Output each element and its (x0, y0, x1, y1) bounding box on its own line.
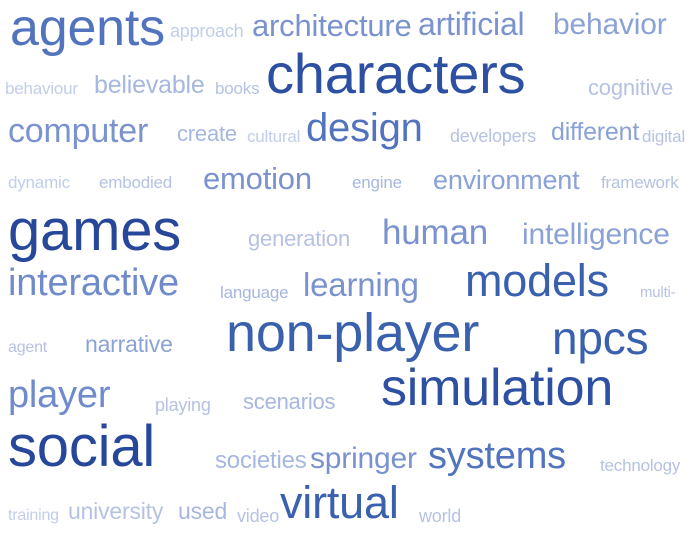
cloud-word: systems (428, 435, 566, 477)
cloud-word: learning (303, 266, 419, 303)
cloud-word: models (465, 255, 609, 306)
cloud-word: games (8, 198, 182, 263)
cloud-word: architecture (252, 8, 412, 43)
cloud-word: developers (450, 126, 537, 146)
cloud-word: behavior (553, 8, 667, 41)
cloud-word: interactive (8, 262, 179, 304)
cloud-word: embodied (99, 173, 173, 192)
cloud-word: world (419, 506, 462, 526)
cloud-word: approach (170, 21, 244, 41)
cloud-word: player (8, 374, 111, 416)
cloud-word: dynamic (8, 173, 70, 192)
cloud-word: create (177, 121, 237, 146)
cloud-word: design (306, 106, 423, 150)
cloud-word: technology (600, 456, 681, 475)
cloud-word: engine (352, 173, 402, 192)
cloud-word: framework (601, 173, 679, 192)
cloud-word: virtual (280, 477, 399, 528)
cloud-word: books (215, 79, 260, 98)
cloud-word: agent (8, 339, 48, 356)
cloud-word: training (8, 507, 59, 524)
cloud-word: social (8, 414, 156, 479)
cloud-word: societies (215, 447, 307, 474)
cloud-word: narrative (85, 331, 173, 357)
cloud-word: non-player (226, 303, 480, 363)
cloud-word: playing (155, 395, 211, 415)
cloud-word: video (237, 506, 280, 526)
cloud-word: multi- (640, 284, 676, 301)
cloud-word: cognitive (588, 75, 674, 100)
cloud-word: characters (266, 42, 526, 105)
cloud-word: university (68, 498, 164, 524)
cloud-word: generation (248, 226, 350, 251)
cloud-word: npcs (552, 312, 649, 364)
cloud-word: believable (94, 71, 205, 99)
cloud-word: artificial (418, 6, 525, 42)
cloud-word: intelligence (522, 218, 670, 251)
cloud-word: agents (10, 0, 165, 57)
cloud-word: simulation (381, 359, 614, 417)
cloud-word: different (551, 118, 640, 146)
cloud-word: language (220, 283, 289, 302)
cloud-word: springer (310, 442, 417, 475)
cloud-word: human (382, 213, 489, 252)
word-cloud-canvas: agents approach architecture artificial beha… (0, 0, 690, 545)
cloud-word: behaviour (5, 79, 78, 98)
cloud-word: computer (8, 112, 149, 150)
cloud-word: scenarios (243, 389, 336, 414)
cloud-word: used (178, 498, 228, 524)
cloud-word: environment (433, 165, 580, 195)
cloud-word: digital (642, 127, 686, 146)
cloud-word: cultural (247, 127, 301, 146)
cloud-word: emotion (203, 161, 312, 196)
